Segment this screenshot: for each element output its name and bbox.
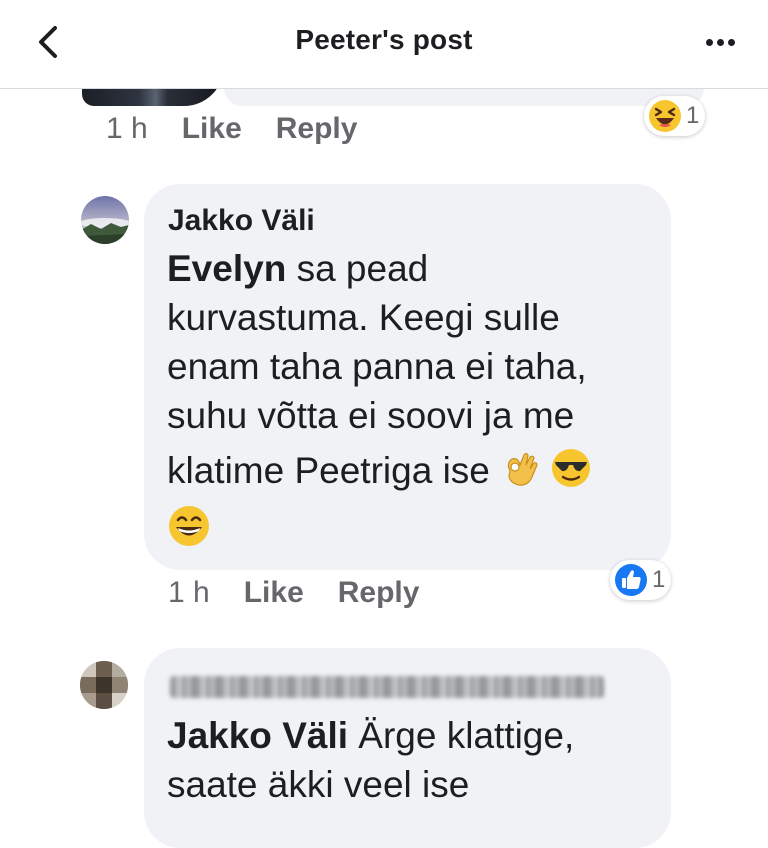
comment-line: saate äkki veel ise bbox=[167, 764, 470, 805]
previous-comment-bubble bbox=[224, 88, 704, 106]
comment-actions: 1 h Like Reply bbox=[168, 576, 453, 610]
like-button[interactable]: Like bbox=[182, 112, 242, 146]
more-dot-icon bbox=[705, 38, 713, 46]
comment-line: Evelyn sa pead bbox=[167, 244, 428, 293]
grinning-emoji-icon bbox=[169, 506, 209, 546]
comment-line: suhu võtta ei soovi ja me bbox=[167, 395, 575, 436]
avatar-image bbox=[80, 661, 128, 709]
comment-text: sa pead bbox=[286, 248, 429, 289]
mention-link[interactable]: Jakko Väli bbox=[167, 715, 348, 756]
comment-time: 1 h bbox=[168, 576, 210, 609]
like-icon bbox=[615, 564, 647, 596]
reply-button[interactable]: Reply bbox=[338, 576, 420, 610]
sunglasses-emoji-icon bbox=[552, 449, 591, 487]
like-button[interactable]: Like bbox=[244, 576, 304, 610]
comment-line: kurvastuma. Keegi sulle bbox=[167, 297, 560, 338]
avatar[interactable] bbox=[80, 661, 128, 709]
ok-hand-emoji-icon bbox=[507, 452, 538, 486]
top-bar: Peeter's post bbox=[0, 0, 768, 89]
more-options-button[interactable] bbox=[696, 24, 744, 60]
comment-line: klatime Peetriga ise bbox=[167, 446, 592, 495]
more-dot-icon bbox=[716, 38, 724, 46]
reaction-summary[interactable]: 1 bbox=[644, 96, 706, 136]
comment-author[interactable]: Jakko Väli bbox=[168, 204, 315, 238]
blurred-author-name bbox=[170, 676, 604, 698]
laughing-emoji-icon bbox=[649, 100, 681, 132]
reply-button[interactable]: Reply bbox=[276, 112, 358, 146]
avatar-image bbox=[81, 196, 129, 244]
comment-text: Ärge klattige, bbox=[348, 715, 575, 756]
comment-time: 1 h bbox=[106, 112, 148, 145]
reaction-count: 1 bbox=[686, 102, 700, 129]
comment-line: Jakko Väli Ärge klattige, bbox=[167, 711, 574, 760]
mention-link[interactable]: Evelyn bbox=[167, 248, 286, 289]
reaction-count: 1 bbox=[652, 566, 666, 593]
previous-comment-actions: 1 h Like Reply bbox=[106, 112, 391, 146]
comment-text: klatime Peetriga ise bbox=[167, 450, 490, 491]
comment-line: enam taha panna ei taha, bbox=[167, 346, 587, 387]
comment-line bbox=[167, 504, 211, 554]
page-title: Peeter's post bbox=[295, 24, 473, 55]
more-dot-icon bbox=[727, 38, 735, 46]
reaction-summary[interactable]: 1 bbox=[610, 560, 672, 600]
avatar[interactable] bbox=[81, 196, 129, 244]
